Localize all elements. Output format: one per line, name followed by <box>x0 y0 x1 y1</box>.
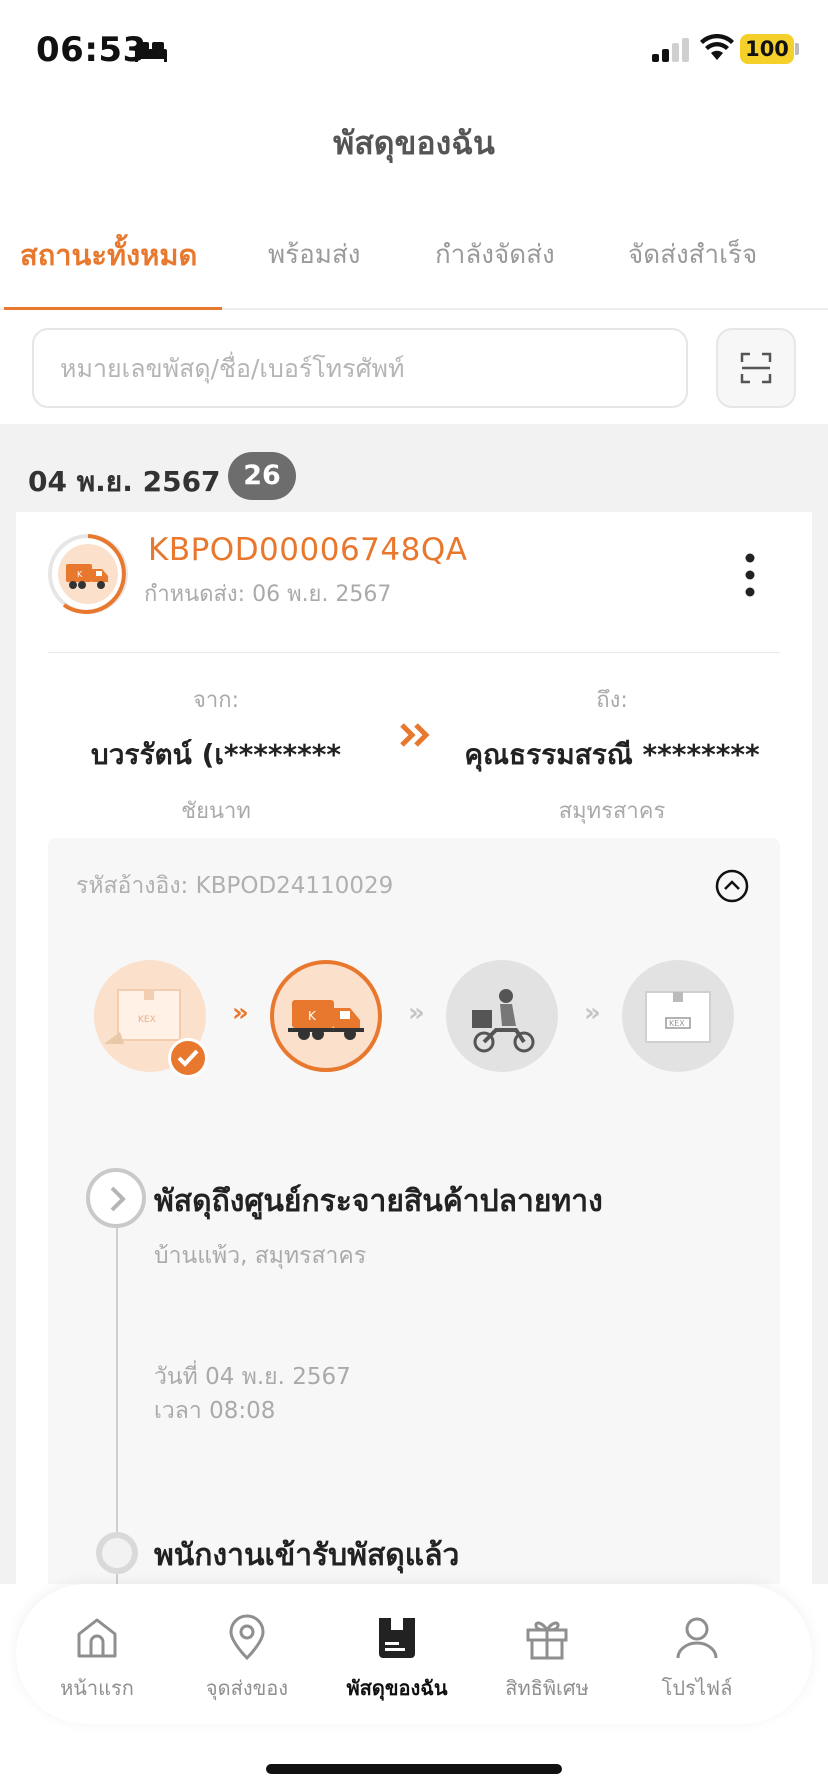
timeline-current-node <box>86 1168 146 1228</box>
nav-label: โปรไฟล์ <box>661 1676 733 1700</box>
search-input[interactable] <box>34 330 686 406</box>
tab-ready-to-ship[interactable]: พร้อมส่ง <box>268 234 360 275</box>
group-count-badge: 26 <box>228 452 296 500</box>
event-time: เวลา 08:08 <box>154 1398 276 1424</box>
scan-button[interactable] <box>716 328 796 408</box>
reference-code: รหัสอ้างอิง: KBPOD24110029 <box>76 873 394 899</box>
nav-home[interactable]: หน้าแรก <box>32 1614 162 1704</box>
svg-text:K: K <box>308 1009 317 1023</box>
battery-cap <box>795 43 799 55</box>
receiver: ถึง: คุณธรรมสรณี ******** สมุทรสาคร <box>442 682 782 828</box>
sleep-focus-icon <box>135 42 167 62</box>
tracking-number[interactable]: KBPOD00006748QA <box>148 532 467 568</box>
receiver-label: ถึง: <box>596 688 628 713</box>
page-title: พัสดุของฉัน <box>333 124 495 162</box>
event-title: พนักงานเข้ารับพัสดุแล้ว <box>154 1538 460 1573</box>
tab-in-delivery[interactable]: กำลังจัดส่ง <box>435 234 555 275</box>
due-date: กำหนดส่ง: 06 พ.ย. 2567 <box>144 582 392 607</box>
group-date: 04 พ.ย. 2567 <box>28 465 221 498</box>
nav-label: จุดส่งของ <box>205 1676 289 1700</box>
home-indicator <box>266 1764 562 1774</box>
status-time: 06:53 <box>36 30 147 70</box>
wifi-icon <box>700 34 734 60</box>
nav-privileges[interactable]: สิทธิพิเศษ <box>482 1614 612 1704</box>
chevron-right-icon <box>110 1186 126 1212</box>
nav-label: หน้าแรก <box>60 1676 134 1700</box>
tab-all-status[interactable]: สถานะทั้งหมด <box>20 232 197 278</box>
bottom-navigation: หน้าแรก จุดส่งของ พัสดุของฉัน สิทธิพิเศษ <box>16 1584 812 1724</box>
receiver-location: สมุทรสาคร <box>558 799 666 824</box>
nav-drop-off-points[interactable]: จุดส่งของ <box>182 1614 312 1704</box>
cellular-signal-icon <box>652 38 689 62</box>
event-location: บ้านแพ้ว, สมุทรสาคร <box>154 1243 367 1269</box>
status-tabs: สถานะทั้งหมด พร้อมส่ง กำลังจัดส่ง จัดส่ง… <box>0 220 828 310</box>
nav-profile[interactable]: โปรไฟล์ <box>632 1614 762 1704</box>
svg-text:K: K <box>77 570 83 579</box>
receiver-name: คุณธรรมสรณี ******** <box>464 738 760 771</box>
nav-my-parcels[interactable]: พัสดุของฉัน <box>332 1614 462 1704</box>
sender-location: ชัยนาท <box>181 799 251 824</box>
svg-text:KEX: KEX <box>138 1015 156 1025</box>
delivery-truck-status-icon: K <box>48 534 128 614</box>
nav-label: สิทธิพิเศษ <box>505 1676 589 1700</box>
sender-name: บวรรัตน์ (เ******** <box>90 738 342 771</box>
more-options-icon[interactable] <box>740 550 760 600</box>
double-chevron-right-icon <box>400 723 430 747</box>
nav-label: พัสดุของฉัน <box>346 1676 448 1700</box>
profile-icon <box>676 1617 718 1659</box>
sender: จาก: บวรรัตน์ (เ******** ชัยนาท <box>46 682 386 828</box>
status-bar: 06:53 100 <box>0 0 828 100</box>
timeline-node <box>96 1532 138 1574</box>
step-separator-3: » <box>584 998 601 1028</box>
event-date: วันที่ 04 พ.ย. 2567 <box>154 1364 351 1390</box>
tab-delivered[interactable]: จัดส่งสำเร็จ <box>628 234 757 275</box>
location-pin-icon <box>229 1614 265 1661</box>
search-box <box>32 328 688 408</box>
delivered-box-icon: KEX <box>645 991 711 1043</box>
step-in-transit: K <box>270 960 382 1072</box>
event-title: พัสดุถึงศูนย์กระจายสินค้าปลายทาง <box>154 1184 603 1219</box>
parcel-icon <box>379 1618 415 1658</box>
step-separator-2: » <box>408 998 425 1028</box>
sender-label: จาก: <box>193 688 239 713</box>
home-icon <box>77 1618 117 1658</box>
step-separator-1: » <box>232 998 249 1028</box>
gift-icon <box>526 1621 568 1660</box>
battery-indicator: 100 <box>740 34 794 64</box>
step-done-check-icon <box>168 1038 208 1078</box>
scan-icon <box>740 352 772 384</box>
collapse-chevron-up-icon[interactable] <box>714 868 750 904</box>
svg-text:KEX: KEX <box>669 1019 685 1028</box>
delivery-truck-icon: K <box>288 1000 364 1040</box>
active-tab-indicator <box>4 307 222 310</box>
step-delivered: KEX <box>622 960 734 1072</box>
step-out-for-delivery <box>446 960 558 1072</box>
card-divider <box>48 652 780 653</box>
delivery-scooter-icon <box>472 989 535 1053</box>
